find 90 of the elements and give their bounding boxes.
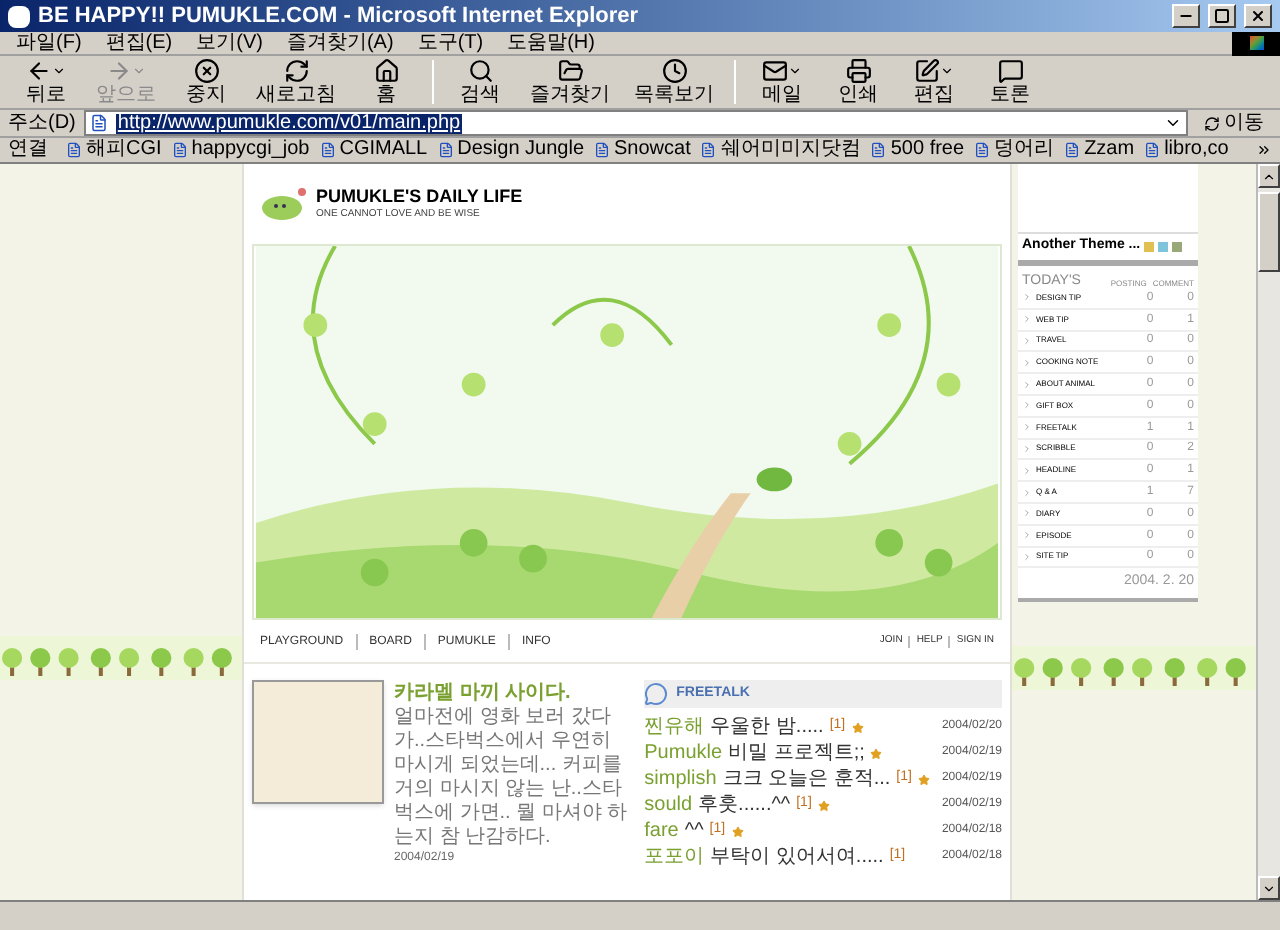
author-name: 포포이	[644, 847, 705, 867]
bullet-icon	[1022, 379, 1032, 390]
refresh-icon	[283, 58, 309, 84]
author-name: simplish	[644, 769, 717, 789]
menu-item[interactable]: 도구(T)	[417, 33, 484, 53]
post-subject: 후훗......^^	[698, 795, 791, 815]
arrow-left-icon	[26, 58, 52, 84]
speech-bubble-icon	[644, 682, 669, 706]
link-item[interactable]: Design Jungle	[437, 140, 584, 160]
photo-placeholder	[252, 680, 384, 804]
link-item[interactable]: Zzam	[1064, 140, 1135, 160]
bullet-icon	[1022, 357, 1032, 368]
post-title: 카라멜 마끼 사이다.	[394, 680, 573, 706]
more-icon[interactable]	[1256, 142, 1272, 158]
post-body: 얼마전에 영화 보러 갔다가..스타벅스에서 우연히 마시게 되었는데... 커피를 거의 마시지 않는 난..스타벅스에 가면.. 뭘 마셔야 하는지 참 난감하다.	[394, 706, 629, 850]
go-icon	[1204, 115, 1220, 131]
link-item[interactable]: 500 free	[870, 140, 965, 160]
theme-swatch[interactable]	[1158, 242, 1169, 252]
snail-logo-icon	[260, 186, 308, 222]
bullet-icon	[1022, 465, 1032, 476]
bullet-icon	[1022, 335, 1032, 346]
chat-icon	[997, 58, 1023, 84]
toolbar-button[interactable]: 홈	[348, 57, 424, 107]
post-subject: 비밀 프로젝트;;	[728, 743, 865, 763]
bullet-icon	[1022, 530, 1032, 541]
folder-icon	[557, 58, 583, 84]
scroll-up-button[interactable]	[1258, 164, 1280, 188]
toolbar-button[interactable]: 목록보기	[622, 57, 726, 107]
clock-icon	[661, 58, 687, 84]
maximize-icon	[1214, 8, 1230, 24]
scrollbar-thumb[interactable]	[1258, 192, 1280, 272]
close-icon	[1250, 8, 1266, 24]
address-field[interactable]: http://www.pumukle.com/v01/main.php	[83, 110, 1188, 136]
bullet-icon	[1022, 292, 1032, 303]
address-label: 주소(D)	[8, 113, 76, 133]
site-title: PUMUKLE'S DAILY LIFE	[316, 186, 523, 208]
link-item[interactable]: 쉐어미미지닷컴	[700, 140, 861, 160]
arrow-right-icon	[106, 58, 132, 84]
toolbar-button[interactable]: 메일	[744, 57, 820, 107]
menu-item[interactable]: 도움말(H)	[507, 33, 595, 53]
minimize-button[interactable]	[1172, 4, 1200, 28]
toolbar-button[interactable]: 토론	[972, 57, 1048, 107]
author-name: Pumukle	[644, 743, 723, 763]
toolbar-button[interactable]: 인쇄	[820, 57, 896, 107]
maximize-button[interactable]	[1208, 4, 1236, 28]
bullet-icon	[1022, 487, 1032, 498]
bullet-icon	[1022, 443, 1032, 454]
go-button[interactable]: 이동	[1196, 113, 1272, 133]
search-icon	[467, 58, 493, 84]
bullet-icon	[1022, 508, 1032, 519]
dropdown-icon[interactable]	[1164, 114, 1182, 132]
links-label: 연결	[8, 140, 48, 160]
toolbar-button[interactable]: 편집	[896, 57, 972, 107]
menu-item[interactable]: 파일(F)	[16, 33, 82, 53]
link-item[interactable]: 해피CGI	[66, 140, 162, 160]
toolbar-button[interactable]: 즐겨찾기	[518, 57, 622, 107]
toolbar-button[interactable]: 새로고침	[244, 57, 348, 107]
close-button[interactable]	[1244, 4, 1272, 28]
author-name: 찐유해	[644, 717, 705, 737]
menu-item[interactable]: 즐겨찾기(A)	[286, 33, 394, 53]
link-item[interactable]: CGIMALL	[319, 140, 428, 160]
printer-icon	[845, 58, 871, 84]
link-item[interactable]: happycgi_job	[171, 140, 310, 160]
author-name: fare	[644, 821, 679, 841]
window-title: BE HAPPY!! PUMUKLE.COM - Microsoft Internet Explorer	[38, 1, 641, 32]
author-name: sould	[644, 795, 693, 815]
bullet-icon	[1022, 422, 1032, 433]
theme-swatch[interactable]	[1144, 242, 1155, 252]
bullet-icon	[1022, 551, 1032, 562]
edit-icon	[914, 58, 940, 84]
menu-item[interactable]: 편집(E)	[105, 33, 173, 53]
post-subject: 크크 오늘은 훈적...	[722, 769, 891, 789]
link-item[interactable]: libro,co	[1144, 140, 1229, 160]
toolbar-button[interactable]: 중지	[168, 57, 244, 107]
post-subject: ^^	[684, 821, 704, 841]
bullet-icon	[1022, 400, 1032, 411]
flag-logo-icon	[1232, 31, 1280, 55]
menu-item[interactable]: 보기(V)	[196, 33, 263, 53]
post-subject: 우울한 밤.....	[710, 717, 824, 737]
toolbar-button[interactable]: 검색	[442, 57, 518, 107]
post-subject: 부탁이 있어서여.....	[710, 847, 884, 867]
toolbar-button[interactable]: 뒤로	[8, 57, 84, 107]
link-item[interactable]: 덩어리	[974, 140, 1055, 160]
bullet-icon	[1022, 314, 1032, 325]
stop-icon	[193, 58, 219, 84]
home-icon	[373, 58, 399, 84]
mail-icon	[762, 58, 788, 84]
link-item[interactable]: Snowcat	[594, 140, 691, 160]
scroll-down-button[interactable]	[1258, 876, 1280, 900]
theme-swatch[interactable]	[1172, 242, 1183, 252]
